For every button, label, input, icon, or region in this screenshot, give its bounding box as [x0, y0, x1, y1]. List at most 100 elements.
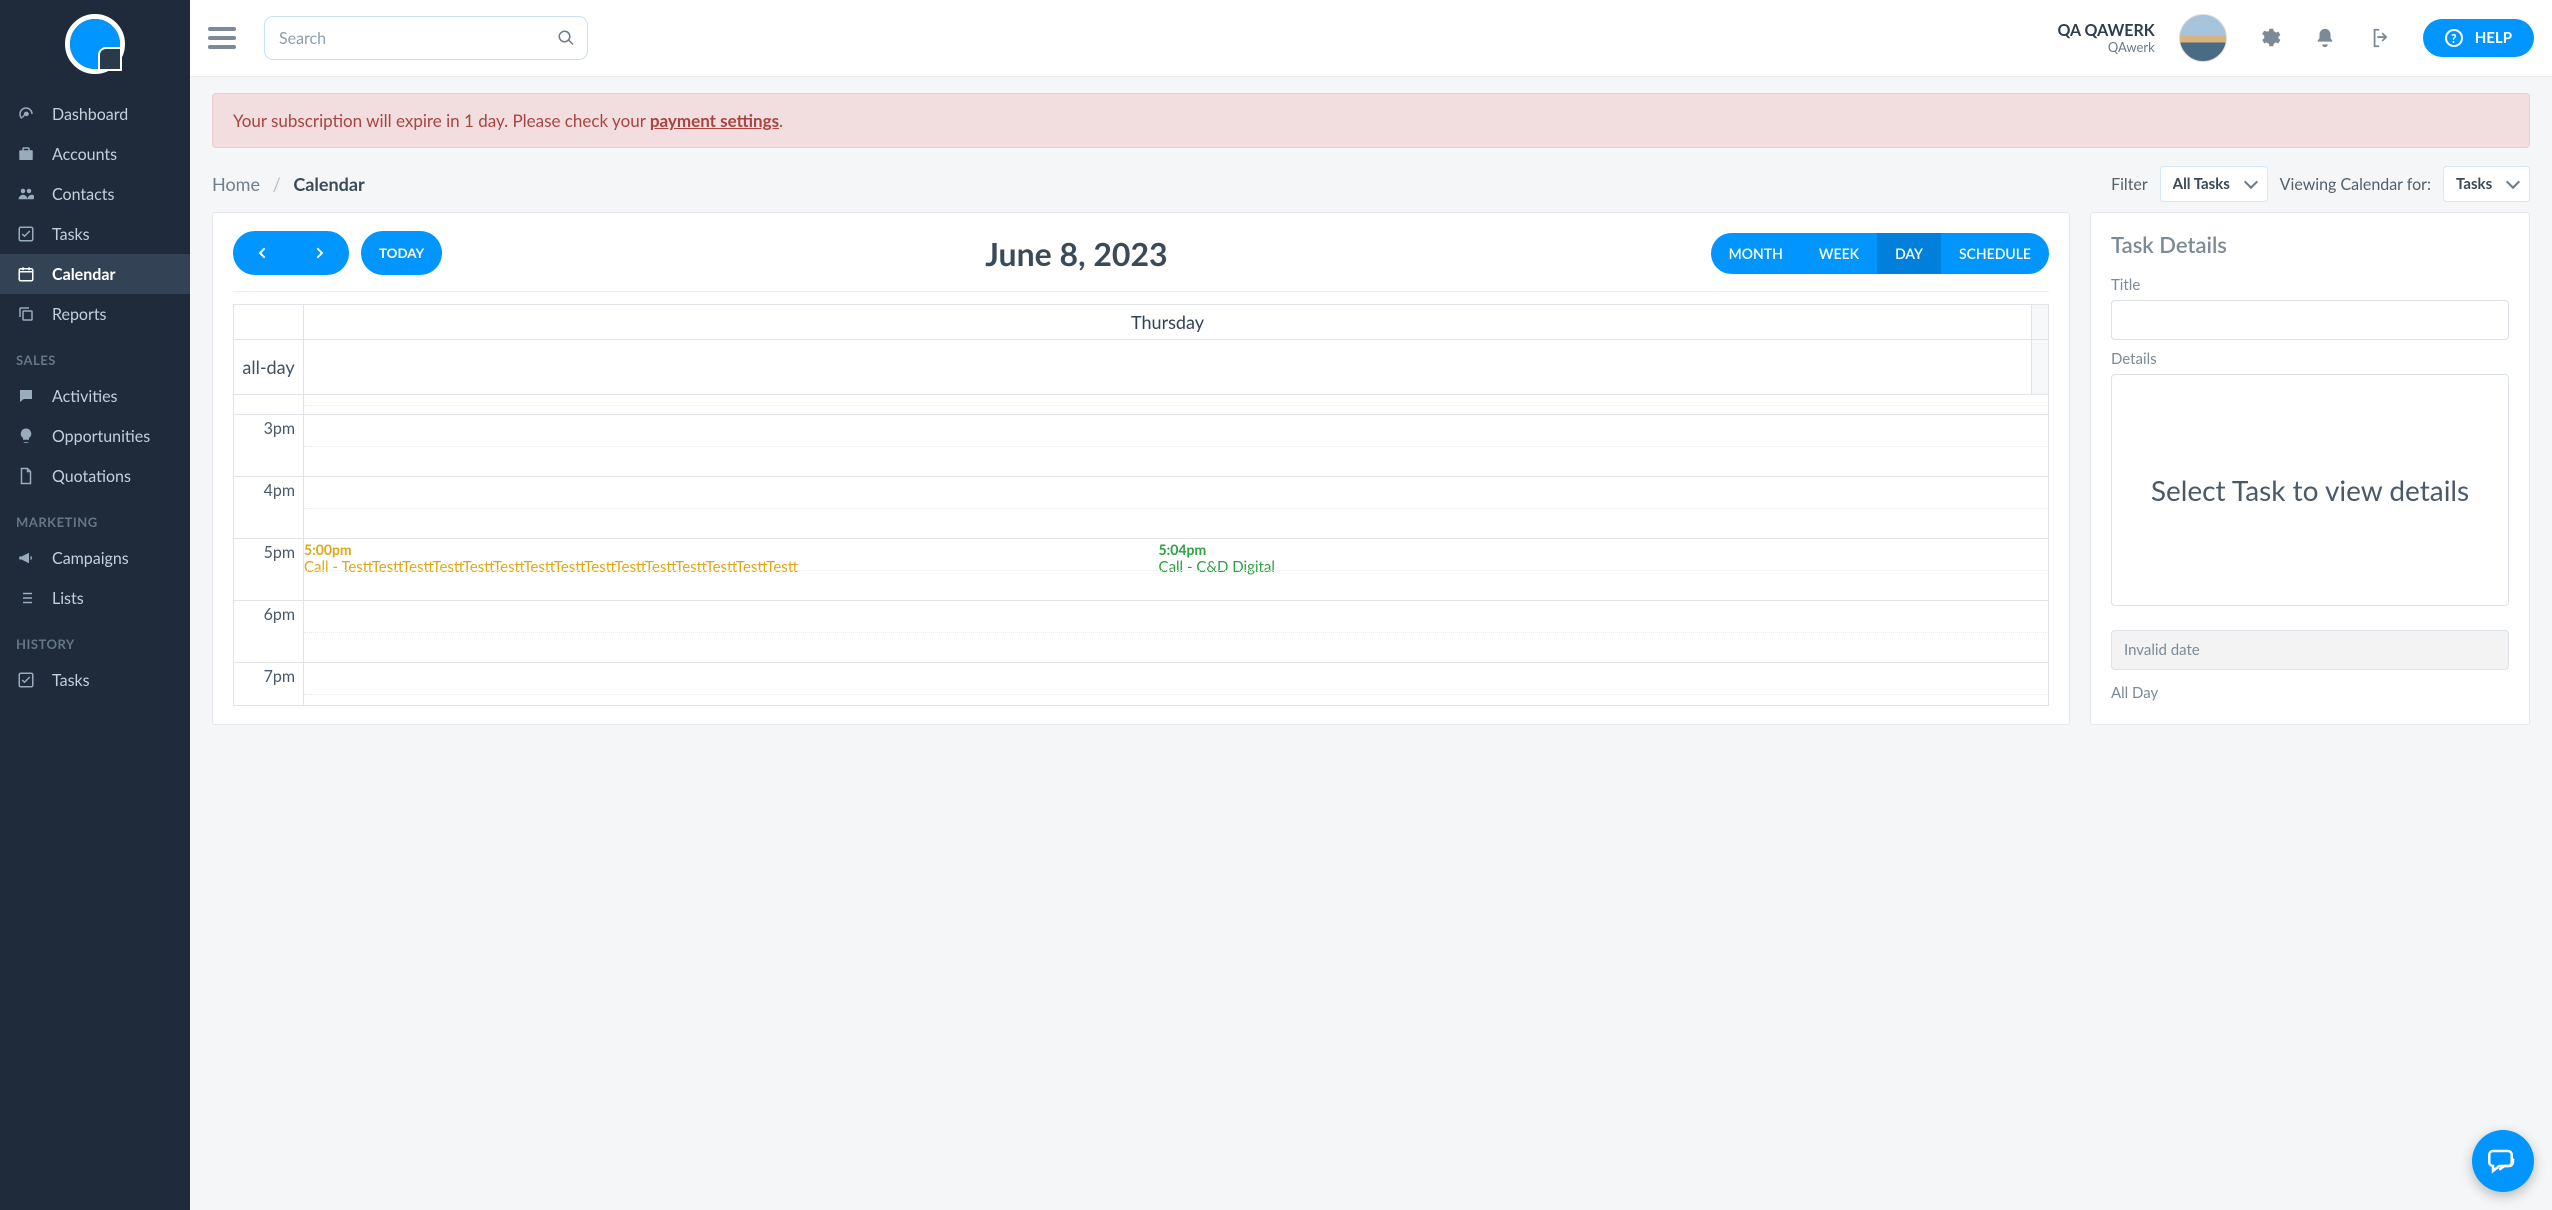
topbar: QA QAWERK QAwerk ? HELP — [190, 0, 2552, 77]
event-time: 5:00pm — [304, 541, 798, 558]
next-button[interactable] — [291, 231, 349, 275]
sidebar-item-accounts[interactable]: Accounts — [0, 134, 190, 174]
sidebar-item-calendar[interactable]: Calendar — [0, 254, 190, 294]
hour-label: 3pm — [234, 415, 304, 476]
nav-label: Reports — [52, 305, 106, 324]
prev-button[interactable] — [233, 231, 291, 275]
sidebar-item-quotations[interactable]: Quotations — [0, 456, 190, 496]
time-slot[interactable]: 5:00pmCall - TesttTesttTesttTesttTesttTe… — [304, 539, 2048, 600]
nav-label: Accounts — [52, 145, 117, 164]
view-day[interactable]: DAY — [1877, 233, 1941, 274]
date-input — [2111, 630, 2509, 670]
today-button[interactable]: TODAY — [361, 231, 442, 275]
main-region: QA QAWERK QAwerk ? HELP Your subscriptio… — [190, 0, 2552, 1210]
sidebar: Dashboard Accounts Contacts Tasks Calendar Re… — [0, 0, 190, 1210]
nav-label: Activities — [52, 387, 117, 406]
logout-icon[interactable] — [2367, 24, 2395, 52]
task-details-panel: Task Details Title Details Select Task t… — [2090, 212, 2530, 725]
check-icon — [16, 670, 36, 690]
viewing-select[interactable]: Tasks — [2443, 166, 2530, 202]
sidebar-item-contacts[interactable]: Contacts — [0, 174, 190, 214]
briefcase-icon — [16, 144, 36, 164]
search-input[interactable] — [264, 16, 588, 60]
app-logo[interactable] — [0, 0, 190, 94]
calendar-grid: Thursday all-day 3pm4pm5pm5:00pmCall - T… — [233, 304, 2049, 706]
help-button[interactable]: ? HELP — [2423, 19, 2534, 57]
time-slot[interactable] — [304, 663, 2048, 705]
sidebar-item-opportunities[interactable]: Opportunities — [0, 416, 190, 456]
view-switch: MONTHWEEKDAYSCHEDULE — [1711, 233, 2049, 274]
allday-label: all-day — [234, 340, 304, 394]
megaphone-icon — [16, 548, 36, 568]
alert-text-after: . — [779, 110, 783, 131]
details-placeholder: Select Task to view details — [2111, 374, 2509, 606]
help-label: HELP — [2475, 29, 2512, 47]
nav-label: Tasks — [52, 225, 90, 244]
event-title: Call - TesttTesttTesttTesttTesttTesttTes… — [304, 558, 798, 576]
nav-label: Opportunities — [52, 427, 150, 446]
chat-fab[interactable] — [2472, 1130, 2534, 1192]
copy-icon — [16, 304, 36, 324]
nav-section-marketing: MARKETING — [0, 496, 190, 538]
alert-text-before: Your subscription will expire in 1 day. … — [233, 110, 650, 131]
nav-section-history: HISTORY — [0, 618, 190, 660]
gear-icon[interactable] — [2255, 24, 2283, 52]
time-slot[interactable] — [304, 415, 2048, 476]
gauge-icon — [16, 104, 36, 124]
sidebar-item-campaigns[interactable]: Campaigns — [0, 538, 190, 578]
alert-link[interactable]: payment settings — [650, 110, 779, 131]
nav-label: Dashboard — [52, 105, 128, 124]
time-slot[interactable] — [304, 395, 2048, 414]
calendar-event[interactable]: 5:04pmCall - C&D Digital — [1159, 541, 1275, 576]
user-name: QA QAWERK — [2057, 21, 2154, 40]
viewing-label: Viewing Calendar for: — [2280, 175, 2431, 194]
nav-label: Calendar — [52, 265, 115, 284]
sidebar-item-lists[interactable]: Lists — [0, 578, 190, 618]
filter-label: Filter — [2111, 175, 2148, 194]
sidebar-item-tasks[interactable]: Tasks — [0, 660, 190, 700]
viewing-select-wrap: Tasks — [2443, 166, 2530, 202]
details-label: Details — [2111, 350, 2509, 368]
view-week[interactable]: WEEK — [1801, 233, 1877, 274]
hour-label: 7pm — [234, 663, 304, 705]
nav-label: Campaigns — [52, 549, 129, 568]
hour-label: 4pm — [234, 477, 304, 538]
view-month[interactable]: MONTH — [1711, 233, 1801, 274]
check-icon — [16, 224, 36, 244]
title-input[interactable] — [2111, 300, 2509, 340]
user-block[interactable]: QA QAWERK QAwerk — [2057, 21, 2154, 56]
sidebar-item-reports[interactable]: Reports — [0, 294, 190, 334]
nav-label: Tasks — [52, 671, 90, 690]
view-schedule[interactable]: SCHEDULE — [1941, 233, 2049, 274]
hamburger-icon[interactable] — [208, 27, 236, 49]
event-time: 5:04pm — [1159, 541, 1275, 558]
nav-label: Contacts — [52, 185, 114, 204]
time-slot[interactable] — [304, 477, 2048, 538]
sidebar-item-dashboard[interactable]: Dashboard — [0, 94, 190, 134]
breadcrumb-separator: / — [265, 173, 289, 195]
nav-section-sales: SALES — [0, 334, 190, 376]
search-icon[interactable] — [552, 24, 580, 52]
sidebar-item-tasks[interactable]: Tasks — [0, 214, 190, 254]
bell-icon[interactable] — [2311, 24, 2339, 52]
breadcrumb-current: Calendar — [293, 173, 364, 195]
calendar-event[interactable]: 5:00pmCall - TesttTesttTesttTesttTesttTe… — [304, 541, 798, 576]
breadcrumb-home[interactable]: Home — [212, 173, 260, 195]
file-icon — [16, 466, 36, 486]
sidebar-item-activities[interactable]: Activities — [0, 376, 190, 416]
day-header: Thursday — [304, 305, 2032, 339]
search-wrap — [264, 16, 588, 60]
avatar[interactable] — [2179, 14, 2227, 62]
filter-select[interactable]: All Tasks — [2160, 166, 2268, 202]
details-heading: Task Details — [2111, 231, 2509, 258]
allday-slot[interactable] — [304, 340, 2032, 394]
event-title: Call - C&D Digital — [1159, 558, 1275, 576]
breadcrumb: Home / Calendar — [212, 173, 365, 195]
calendar-panel: TODAY June 8, 2023 MONTHWEEKDAYSCHEDULE … — [212, 212, 2070, 725]
time-slot[interactable] — [304, 601, 2048, 662]
subscription-alert: Your subscription will expire in 1 day. … — [212, 93, 2530, 148]
hour-label: 5pm — [234, 539, 304, 600]
calendar-title: June 8, 2023 — [454, 234, 1698, 273]
list-icon — [16, 588, 36, 608]
user-org: QAwerk — [2057, 40, 2154, 56]
